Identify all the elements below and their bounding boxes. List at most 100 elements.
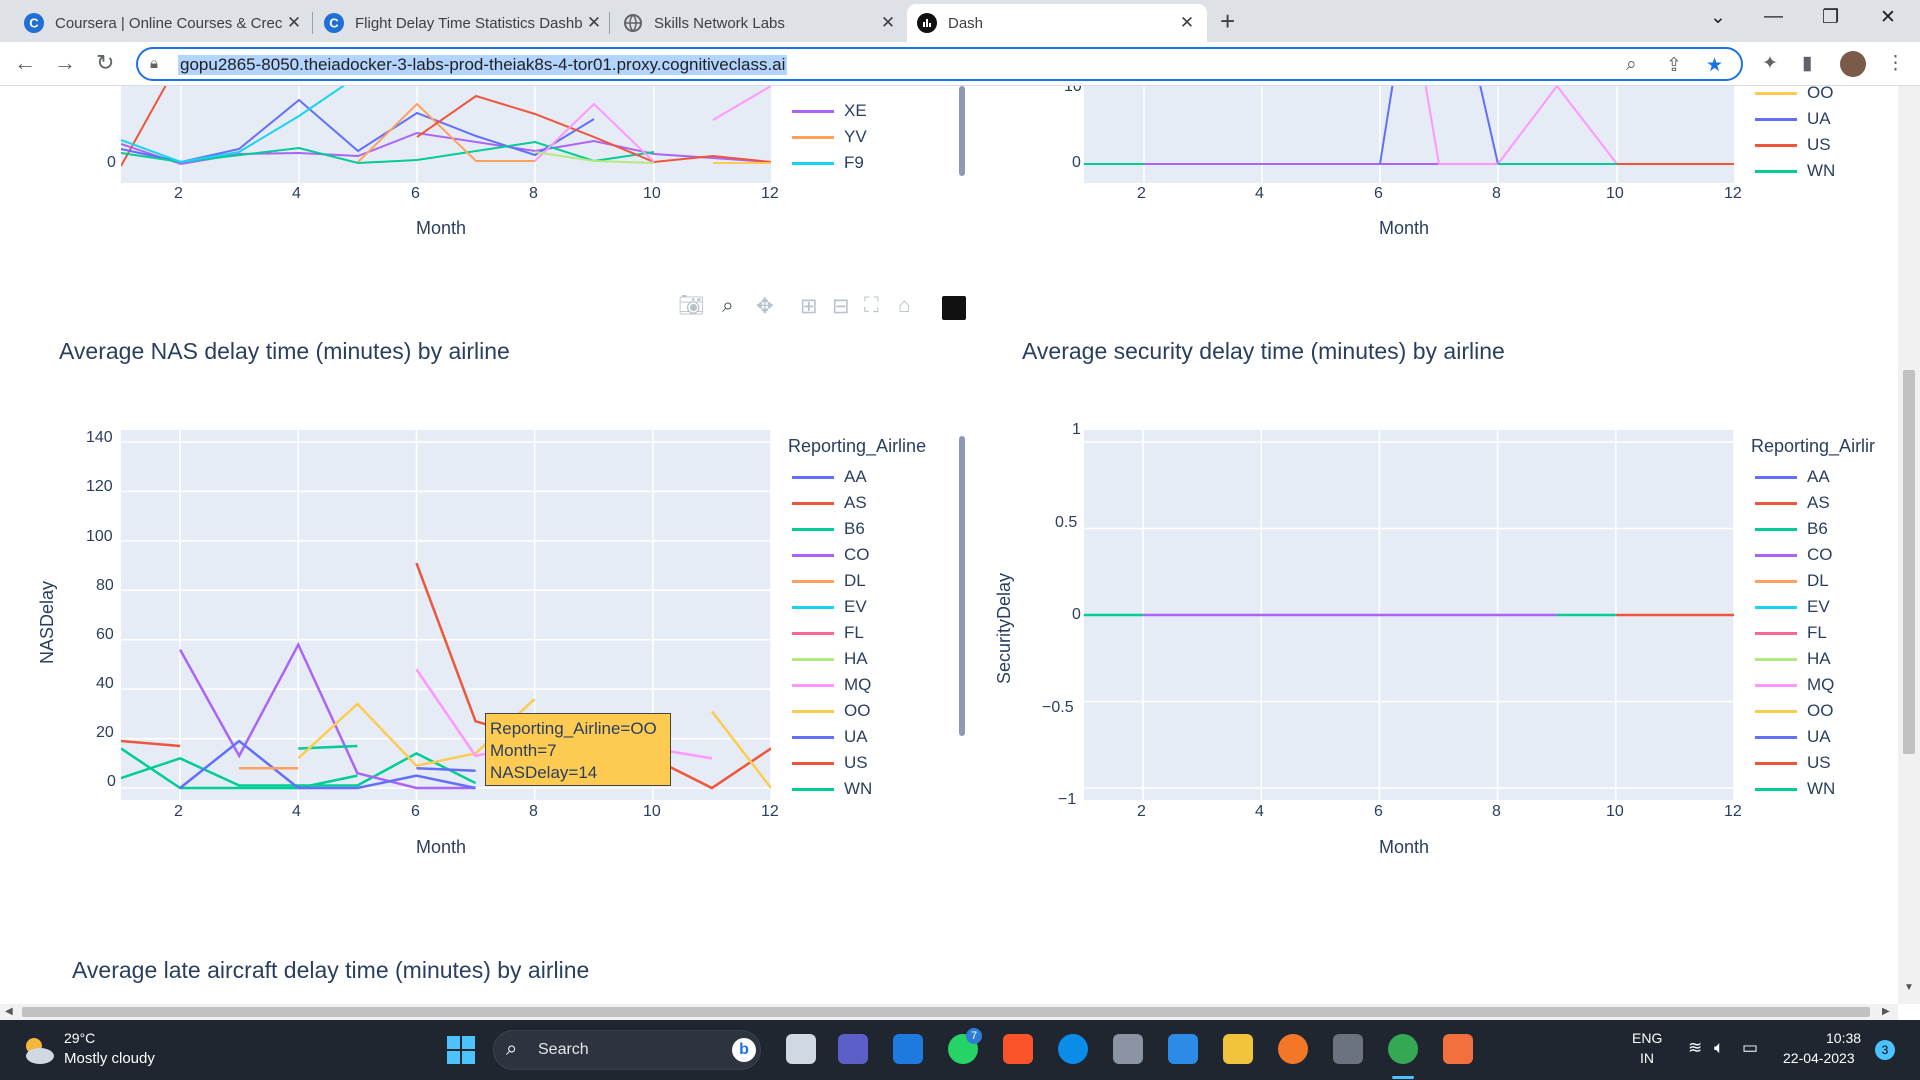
chrome-icon[interactable] (1388, 1034, 1418, 1064)
language-region[interactable]: IN (1640, 1050, 1654, 1066)
pan-icon[interactable]: ✥ (756, 294, 774, 319)
share-icon[interactable]: ⇪ (1666, 54, 1682, 77)
nas-series-ua[interactable] (416, 766, 476, 772)
legend-item-fl[interactable]: FL (1751, 620, 1898, 646)
autoscale-icon[interactable]: ⛶ (864, 294, 879, 318)
bookmark-star-icon[interactable]: ★ (1706, 54, 1723, 77)
legend-item-wn[interactable]: WN (788, 776, 926, 802)
xampp-icon[interactable] (1443, 1034, 1473, 1064)
legend-item-ha[interactable]: HA (1751, 646, 1898, 672)
app-icon[interactable] (1333, 1034, 1363, 1064)
legend-item-oo[interactable]: OO (1751, 698, 1898, 724)
legend-item-as[interactable]: AS (788, 490, 926, 516)
legend-item-co[interactable]: CO (788, 542, 926, 568)
legend-item-co[interactable]: CO (1751, 542, 1898, 568)
back-icon[interactable]: ← (14, 50, 36, 76)
forward-icon[interactable]: → (54, 50, 76, 76)
teams-chat-icon[interactable] (838, 1034, 868, 1064)
legend-item-dl[interactable]: DL (1751, 568, 1898, 594)
bing-icon[interactable]: b (732, 1038, 756, 1062)
battery-icon[interactable]: ▭ (1742, 1038, 1758, 1058)
legend-item[interactable]: US (1751, 132, 1835, 158)
zoom-icon[interactable]: ⌕ (722, 294, 734, 318)
legend-item-aa[interactable]: AA (1751, 464, 1898, 490)
legend-item-ev[interactable]: EV (788, 594, 926, 620)
volume-icon[interactable]: 🔈︎ (1714, 1038, 1724, 1058)
new-tab-icon[interactable]: + (1220, 6, 1235, 37)
reset-axes-home-icon[interactable]: ⌂ (898, 294, 911, 318)
task-view-icon[interactable] (786, 1034, 816, 1064)
legend-item-fl[interactable]: FL (788, 620, 926, 646)
legend-item[interactable]: UA (1751, 106, 1835, 132)
weather-desc[interactable]: Mostly cloudy (64, 1050, 155, 1067)
zoom-icon[interactable]: ⌕ (1626, 54, 1637, 76)
side-panel-icon[interactable]: ▮ (1802, 52, 1812, 75)
edge-browser-icon[interactable] (1058, 1034, 1088, 1064)
legend-item-us[interactable]: US (1751, 750, 1898, 776)
close-icon[interactable]: ✕ (878, 13, 898, 33)
nas-series-co[interactable] (178, 641, 476, 790)
close-window-icon[interactable]: ✕ (1880, 6, 1896, 29)
extensions-icon[interactable]: ✦ (1762, 52, 1778, 75)
legend-item[interactable]: F9 (788, 150, 867, 176)
legend-item-b6[interactable]: B6 (1751, 516, 1898, 542)
scroll-right-arrow-icon[interactable]: ▶ (1882, 1006, 1890, 1017)
jupyter-icon[interactable] (1278, 1034, 1308, 1064)
camera-app-icon[interactable] (1113, 1034, 1143, 1064)
brave-browser-icon[interactable] (1003, 1034, 1033, 1064)
tab-coursera[interactable]: C Coursera | Online Courses & Crec ✕ (14, 4, 314, 42)
nas-series-oo[interactable] (710, 710, 771, 789)
legend-item-mq[interactable]: MQ (788, 672, 926, 698)
legend-item-ev[interactable]: EV (1751, 594, 1898, 620)
weather-temp[interactable]: 29°C (64, 1030, 95, 1046)
minimize-icon[interactable]: — (1764, 6, 1783, 28)
close-icon[interactable]: ✕ (584, 13, 604, 33)
vscode-icon[interactable] (1168, 1034, 1198, 1064)
legend-item[interactable]: WN (1751, 158, 1835, 184)
clock-date[interactable]: 22-04-2023 (1783, 1050, 1855, 1066)
zoom-in-icon[interactable]: ⊞ (800, 294, 818, 319)
tab-search-icon[interactable]: ⌄ (1710, 6, 1726, 29)
legend-item-dl[interactable]: DL (788, 568, 926, 594)
horizontal-scrollbar[interactable]: ◀ ▶ (0, 1004, 1898, 1020)
scrollbar-thumb[interactable] (22, 1007, 1870, 1017)
legend-item-b6[interactable]: B6 (788, 516, 926, 542)
nas-series-as[interactable] (121, 739, 181, 748)
mail-icon[interactable] (893, 1034, 923, 1064)
scrollbar-thumb[interactable] (1903, 370, 1915, 754)
menu-kebab-icon[interactable]: ⋮ (1886, 52, 1905, 75)
tab-dash[interactable]: Dash ✕ (907, 4, 1207, 42)
avatar[interactable] (1840, 51, 1866, 77)
tab-flight-dashboard[interactable]: C Flight Delay Time Statistics Dashb ✕ (314, 4, 614, 42)
zoom-out-icon[interactable]: ⊟ (832, 294, 850, 319)
camera-icon[interactable]: 📷︎ (678, 294, 705, 318)
notification-count-badge[interactable]: 3 (1875, 1040, 1895, 1060)
taskbar-search[interactable]: ⌕ Search b (493, 1030, 761, 1070)
url-field[interactable]: 🔒︎ gopu2865-8050.theiadocker-3-labs-prod… (136, 47, 1743, 81)
plotly-logo-icon[interactable] (942, 296, 966, 320)
language-indicator[interactable]: ENG (1632, 1030, 1662, 1046)
legend-item-ua[interactable]: UA (788, 724, 926, 750)
legend-item[interactable]: OO (1751, 86, 1835, 106)
file-explorer-icon[interactable] (1223, 1034, 1253, 1064)
legend-item[interactable]: XE (788, 98, 867, 124)
legend-item-oo[interactable]: OO (788, 698, 926, 724)
windows-start-icon[interactable] (447, 1036, 475, 1064)
legend-item-as[interactable]: AS (1751, 490, 1898, 516)
lock-icon[interactable]: 🔒︎ (150, 55, 158, 72)
legend-item[interactable]: YV (788, 124, 867, 150)
legend-scrollbar[interactable] (959, 436, 965, 736)
legend-item-us[interactable]: US (788, 750, 926, 776)
wifi-icon[interactable]: ≋ (1688, 1038, 1702, 1058)
close-icon[interactable]: ✕ (284, 13, 304, 33)
legend-item-ha[interactable]: HA (788, 646, 926, 672)
nas-series-wn[interactable] (298, 744, 358, 750)
legend-item-ua[interactable]: UA (1751, 724, 1898, 750)
tab-skills-network[interactable]: Skills Network Labs ✕ (613, 4, 908, 42)
close-icon[interactable]: ✕ (1177, 13, 1197, 33)
legend-scrollbar[interactable] (959, 86, 965, 176)
clock-time[interactable]: 10:38 (1826, 1030, 1861, 1046)
restore-icon[interactable]: ❐ (1822, 6, 1839, 29)
legend-item-wn[interactable]: WN (1751, 776, 1898, 802)
scroll-down-arrow-icon[interactable]: ▼ (1904, 982, 1914, 993)
